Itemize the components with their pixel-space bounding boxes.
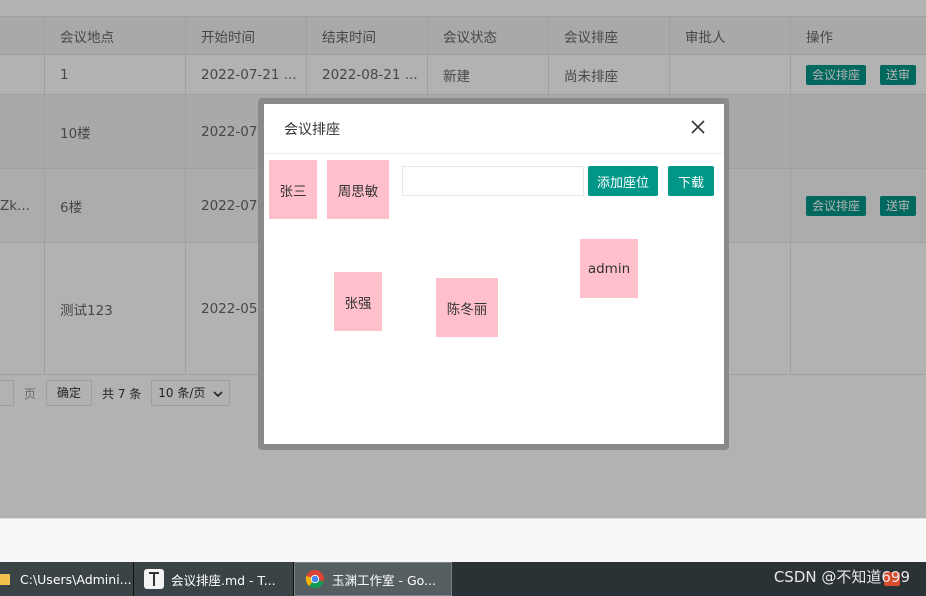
download-button[interactable]: 下载 bbox=[668, 166, 714, 196]
taskbar-item-label: 玉渊工作室 - Go... bbox=[332, 572, 436, 588]
typora-icon bbox=[144, 569, 164, 589]
seat-name-input[interactable] bbox=[402, 166, 584, 196]
taskbar-item-label: C:\Users\Admini... bbox=[20, 571, 132, 587]
seat-card[interactable]: 陈冬丽 bbox=[436, 278, 498, 337]
dialog-title: 会议排座 bbox=[284, 121, 340, 138]
seat-card[interactable]: admin bbox=[580, 239, 638, 298]
seating-dialog: 会议排座 张三 周思敏 添加座位 下载 admin 张强 陈冬丽 bbox=[264, 104, 724, 444]
taskbar-item-label: 会议排座.md - T... bbox=[171, 572, 276, 588]
seat-card[interactable]: 张强 bbox=[334, 272, 382, 331]
close-icon[interactable] bbox=[690, 119, 706, 135]
taskbar-item-typora[interactable]: 会议排座.md - T... bbox=[134, 562, 294, 596]
seat-card[interactable]: 张三 bbox=[269, 160, 317, 219]
folder-icon bbox=[0, 569, 14, 589]
chrome-icon bbox=[305, 569, 325, 589]
seat-card[interactable]: 周思敏 bbox=[327, 160, 389, 219]
browser-bottom-bar bbox=[0, 518, 926, 562]
add-seat-button[interactable]: 添加座位 bbox=[588, 166, 658, 196]
taskbar-item-chrome[interactable]: 玉渊工作室 - Go... bbox=[294, 562, 452, 596]
dialog-header: 会议排座 bbox=[264, 104, 724, 154]
watermark-text: CSDN @不知道699 bbox=[773, 568, 910, 586]
taskbar-item-explorer[interactable]: C:\Users\Admini... bbox=[0, 562, 134, 596]
